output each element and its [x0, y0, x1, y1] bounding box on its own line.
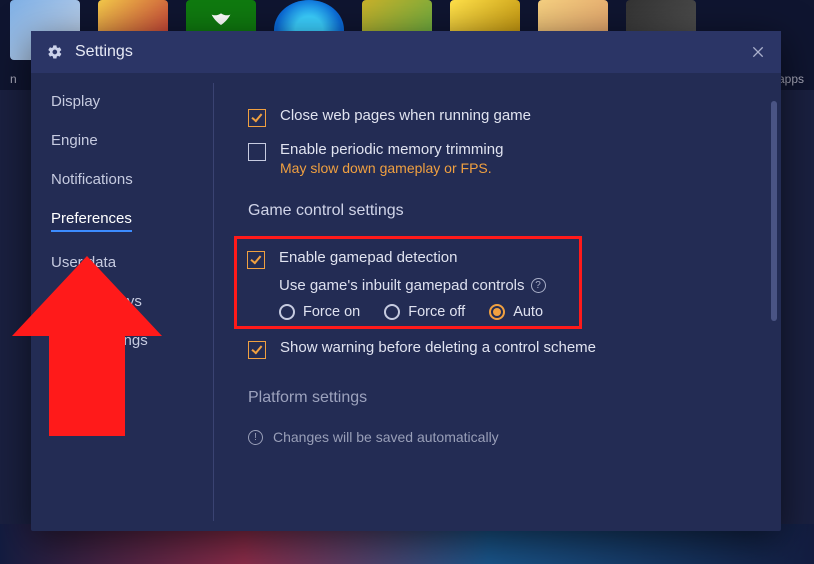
titlebar: Settings	[31, 31, 781, 73]
checkbox-icon[interactable]	[248, 109, 266, 127]
option-gamepad-detection[interactable]: Enable gamepad detection	[247, 249, 569, 269]
checkbox-icon[interactable]	[248, 143, 266, 161]
option-warning: May slow down gameplay or FPS.	[280, 160, 503, 176]
checkbox-icon[interactable]	[247, 251, 265, 269]
gamepad-sublabel: Use game's inbuilt gamepad controls ?	[279, 277, 569, 294]
help-icon[interactable]: ?	[531, 278, 546, 293]
sidebar-item-shortcut-keys[interactable]: Shortcut keys	[51, 293, 142, 310]
sidebar-item-display[interactable]: Display	[51, 93, 100, 110]
info-icon: !	[248, 430, 263, 445]
footer-note: ! Changes will be saved automatically	[248, 429, 751, 445]
settings-modal: Settings Display Engine Notifications Pr…	[31, 31, 781, 531]
option-close-web[interactable]: Close web pages when running game	[248, 107, 751, 127]
sidebar-item-engine[interactable]: Engine	[51, 132, 98, 149]
modal-title: Settings	[75, 43, 133, 61]
close-button[interactable]	[747, 41, 769, 63]
gear-icon	[47, 44, 63, 60]
section-platform: Platform settings	[248, 389, 751, 407]
radio-auto[interactable]: Auto	[489, 304, 543, 320]
sidebar-item-game-settings[interactable]: Game settings	[51, 332, 148, 349]
checkbox-icon[interactable]	[248, 341, 266, 359]
radio-force-off[interactable]: Force off	[384, 304, 465, 320]
gamepad-radio-group: Force on Force off Auto	[279, 304, 569, 320]
sidebar-item-preferences[interactable]: Preferences	[51, 210, 132, 232]
option-label: Enable gamepad detection	[279, 249, 457, 266]
bg-label: n	[10, 72, 17, 86]
sidebar-item-user-data[interactable]: User data	[51, 254, 116, 271]
sidebar: Display Engine Notifications Preferences…	[31, 73, 213, 531]
sidebar-item-about[interactable]: About	[51, 371, 90, 388]
option-label: Show warning before deleting a control s…	[280, 339, 596, 356]
highlight-box: Enable gamepad detection Use game's inbu…	[234, 236, 582, 329]
scrollbar[interactable]	[771, 101, 777, 321]
radio-force-on[interactable]: Force on	[279, 304, 360, 320]
content-panel: Close web pages when running game Enable…	[214, 73, 781, 531]
sidebar-item-notifications[interactable]: Notifications	[51, 171, 133, 188]
option-label: Close web pages when running game	[280, 107, 531, 124]
option-memory-trimming[interactable]: Enable periodic memory trimming May slow…	[248, 141, 751, 176]
option-label: Enable periodic memory trimming	[280, 141, 503, 158]
option-delete-warning[interactable]: Show warning before deleting a control s…	[248, 339, 751, 359]
section-game-control: Game control settings	[248, 202, 751, 220]
bg-label: apps	[778, 72, 804, 86]
